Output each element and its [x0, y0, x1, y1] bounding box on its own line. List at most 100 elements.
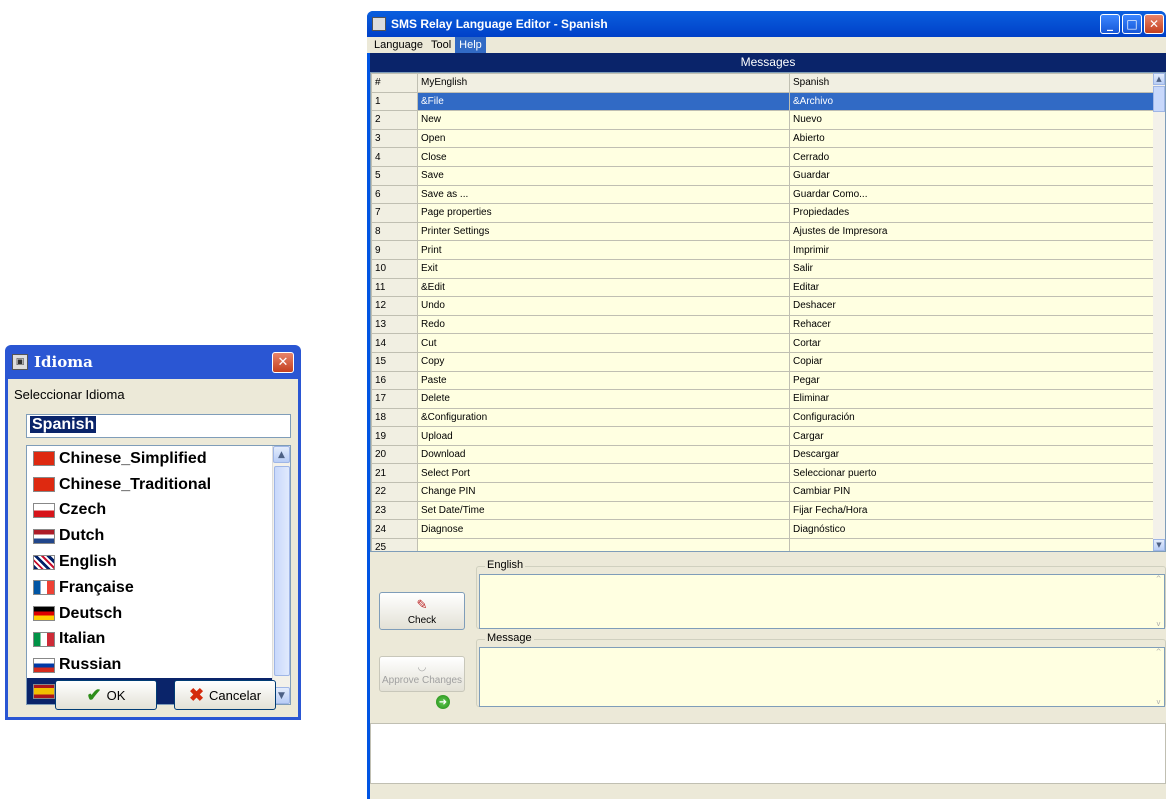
row-number-cell[interactable]: 15: [371, 351, 418, 372]
english-cell[interactable]: Open: [417, 128, 790, 149]
language-list-scrollbar[interactable]: ▲ ▼: [272, 446, 290, 704]
spanish-cell[interactable]: [789, 537, 1155, 551]
english-cell[interactable]: Set Date/Time: [417, 500, 790, 521]
table-row[interactable]: 15 Copy Copiar: [371, 351, 1155, 372]
scroll-thumb[interactable]: [274, 466, 290, 676]
row-number-cell[interactable]: 25: [371, 537, 418, 551]
table-row[interactable]: 9 Print Imprimir: [371, 240, 1155, 260]
table-row[interactable]: 19 Upload Cargar: [371, 426, 1155, 446]
scroll-up-icon[interactable]: ▲: [273, 446, 290, 463]
ok-button[interactable]: ✔ OK: [55, 680, 157, 710]
language-item[interactable]: Dutch: [27, 523, 272, 549]
table-row[interactable]: 20 Download Descargar: [371, 444, 1155, 465]
table-row[interactable]: 21 Select Port Seleccionar puerto: [371, 463, 1155, 484]
spanish-cell[interactable]: Cargar: [789, 426, 1155, 446]
column-header-number[interactable]: #: [371, 73, 418, 93]
column-header-myenglish[interactable]: MyEnglish: [417, 73, 790, 93]
row-number-cell[interactable]: 23: [371, 500, 418, 521]
spanish-cell[interactable]: Abierto: [789, 128, 1155, 149]
spanish-cell[interactable]: Configuración: [789, 407, 1155, 428]
language-item[interactable]: Deutsch: [27, 601, 272, 627]
english-cell[interactable]: New: [417, 110, 790, 130]
approve-changes-button[interactable]: ◡ Approve Changes: [379, 656, 465, 692]
english-cell[interactable]: Diagnose: [417, 519, 790, 539]
english-cell[interactable]: Undo: [417, 296, 790, 316]
table-row[interactable]: 17 Delete Eliminar: [371, 389, 1155, 409]
spanish-cell[interactable]: Cortar: [789, 333, 1155, 353]
row-number-cell[interactable]: 19: [371, 426, 418, 446]
table-row[interactable]: 18 &Configuration Configuración: [371, 407, 1155, 428]
message-textarea[interactable]: ^ v: [479, 647, 1165, 707]
english-cell[interactable]: Print: [417, 240, 790, 260]
english-cell[interactable]: Download: [417, 444, 790, 465]
row-number-cell[interactable]: 5: [371, 165, 418, 186]
row-number-cell[interactable]: 8: [371, 221, 418, 242]
table-row[interactable]: 2 New Nuevo: [371, 110, 1155, 130]
row-number-cell[interactable]: 4: [371, 147, 418, 167]
english-cell[interactable]: Exit: [417, 258, 790, 279]
row-number-cell[interactable]: 17: [371, 389, 418, 409]
next-arrow-icon[interactable]: ➜: [436, 695, 450, 709]
english-cell[interactable]: Save: [417, 165, 790, 186]
language-item[interactable]: Italian: [27, 627, 272, 653]
table-row[interactable]: 11 &Edit Editar: [371, 277, 1155, 298]
row-number-cell[interactable]: 1: [371, 91, 418, 112]
spanish-cell[interactable]: Eliminar: [789, 389, 1155, 409]
english-cell[interactable]: Cut: [417, 333, 790, 353]
row-number-cell[interactable]: 18: [371, 407, 418, 428]
spanish-cell[interactable]: &Archivo: [789, 91, 1155, 112]
english-cell[interactable]: Change PIN: [417, 482, 790, 502]
table-row[interactable]: 4 Close Cerrado: [371, 147, 1155, 167]
english-cell[interactable]: Upload: [417, 426, 790, 446]
spanish-cell[interactable]: Salir: [789, 258, 1155, 279]
spanish-cell[interactable]: Deshacer: [789, 296, 1155, 316]
table-row[interactable]: 12 Undo Deshacer: [371, 296, 1155, 316]
english-cell[interactable]: Printer Settings: [417, 221, 790, 242]
language-list[interactable]: Chinese_Simplified Chinese_Traditional Cze…: [26, 445, 291, 705]
close-window-icon[interactable]: ✕: [1144, 14, 1164, 34]
spanish-cell[interactable]: Propiedades: [789, 203, 1155, 223]
table-row[interactable]: 22 Change PIN Cambiar PIN: [371, 482, 1155, 502]
table-row[interactable]: 14 Cut Cortar: [371, 333, 1155, 353]
table-row[interactable]: 8 Printer Settings Ajustes de Impresora: [371, 221, 1155, 242]
spanish-cell[interactable]: Fijar Fecha/Hora: [789, 500, 1155, 521]
grid-scrollbar[interactable]: ▲ ▼: [1153, 73, 1165, 551]
english-cell[interactable]: Copy: [417, 351, 790, 372]
table-row[interactable]: 16 Paste Pegar: [371, 370, 1155, 391]
spanish-cell[interactable]: Imprimir: [789, 240, 1155, 260]
row-number-cell[interactable]: 20: [371, 444, 418, 465]
row-number-cell[interactable]: 10: [371, 258, 418, 279]
selected-language-field[interactable]: Spanish: [26, 414, 291, 438]
spanish-cell[interactable]: Diagnóstico: [789, 519, 1155, 539]
row-number-cell[interactable]: 21: [371, 463, 418, 484]
table-row[interactable]: 3 Open Abierto: [371, 128, 1155, 149]
table-row[interactable]: 24 Diagnose Diagnóstico: [371, 519, 1155, 539]
table-row[interactable]: 13 Redo Rehacer: [371, 314, 1155, 335]
spanish-cell[interactable]: Nuevo: [789, 110, 1155, 130]
spanish-cell[interactable]: Cerrado: [789, 147, 1155, 167]
english-cell[interactable]: Page properties: [417, 203, 790, 223]
table-row[interactable]: 5 Save Guardar: [371, 165, 1155, 186]
english-cell[interactable]: Paste: [417, 370, 790, 391]
menu-tool[interactable]: Tool: [427, 37, 455, 53]
row-number-cell[interactable]: 16: [371, 370, 418, 391]
dialog-titlebar[interactable]: ▣ Idioma ✕: [8, 345, 298, 379]
close-icon[interactable]: ✕: [272, 351, 294, 373]
spanish-cell[interactable]: Ajustes de Impresora: [789, 221, 1155, 242]
row-number-cell[interactable]: 12: [371, 296, 418, 316]
cancel-button[interactable]: ✖ Cancelar: [174, 680, 276, 710]
spanish-cell[interactable]: Copiar: [789, 351, 1155, 372]
spanish-cell[interactable]: Pegar: [789, 370, 1155, 391]
check-button[interactable]: ✎ Check: [379, 592, 465, 630]
spanish-cell[interactable]: Guardar Como...: [789, 184, 1155, 205]
table-row[interactable]: 25: [371, 537, 1155, 551]
messages-grid[interactable]: # MyEnglish Spanish 1 &File &Archivo 2 New Nu…: [370, 72, 1166, 552]
row-number-cell[interactable]: 6: [371, 184, 418, 205]
english-cell[interactable]: [417, 537, 790, 551]
english-cell[interactable]: Redo: [417, 314, 790, 335]
spanish-cell[interactable]: Rehacer: [789, 314, 1155, 335]
table-row[interactable]: 23 Set Date/Time Fijar Fecha/Hora: [371, 500, 1155, 521]
language-item[interactable]: Française: [27, 575, 272, 601]
row-number-cell[interactable]: 14: [371, 333, 418, 353]
menu-help[interactable]: Help: [455, 37, 486, 53]
